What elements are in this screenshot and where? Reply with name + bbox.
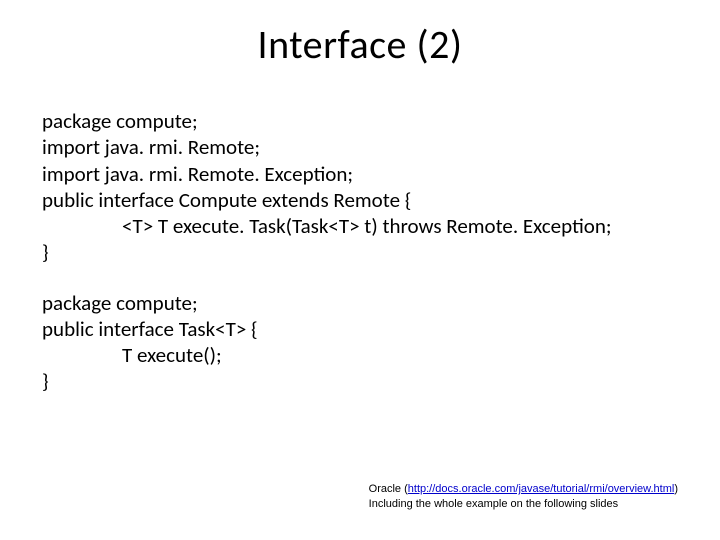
spacer xyxy=(42,266,678,290)
footer-source-suffix: ) xyxy=(674,483,678,495)
slide: Interface (2) package compute; import ja… xyxy=(0,0,720,540)
code-line: import java. rmi. Remote. Exception; xyxy=(42,161,678,187)
code-line: package compute; xyxy=(42,290,678,316)
code-line: package compute; xyxy=(42,108,678,134)
code-line: } xyxy=(42,368,678,394)
slide-body: package compute; import java. rmi. Remot… xyxy=(42,108,678,395)
code-line: T execute(); xyxy=(42,342,678,368)
code-line: public interface Compute extends Remote … xyxy=(42,187,678,213)
slide-title: Interface (2) xyxy=(0,20,720,69)
code-line: public interface Task<T> { xyxy=(42,316,678,342)
footer: Oracle (http://docs.oracle.com/javase/tu… xyxy=(369,482,678,512)
code-line: <T> T execute. Task(Task<T> t) throws Re… xyxy=(42,213,678,239)
footer-source-prefix: Oracle ( xyxy=(369,483,408,495)
footer-note: Including the whole example on the follo… xyxy=(369,497,678,512)
source-link[interactable]: http://docs.oracle.com/javase/tutorial/r… xyxy=(408,483,675,495)
footer-source: Oracle (http://docs.oracle.com/javase/tu… xyxy=(369,482,678,497)
code-line: } xyxy=(42,239,678,265)
code-line: import java. rmi. Remote; xyxy=(42,134,678,160)
